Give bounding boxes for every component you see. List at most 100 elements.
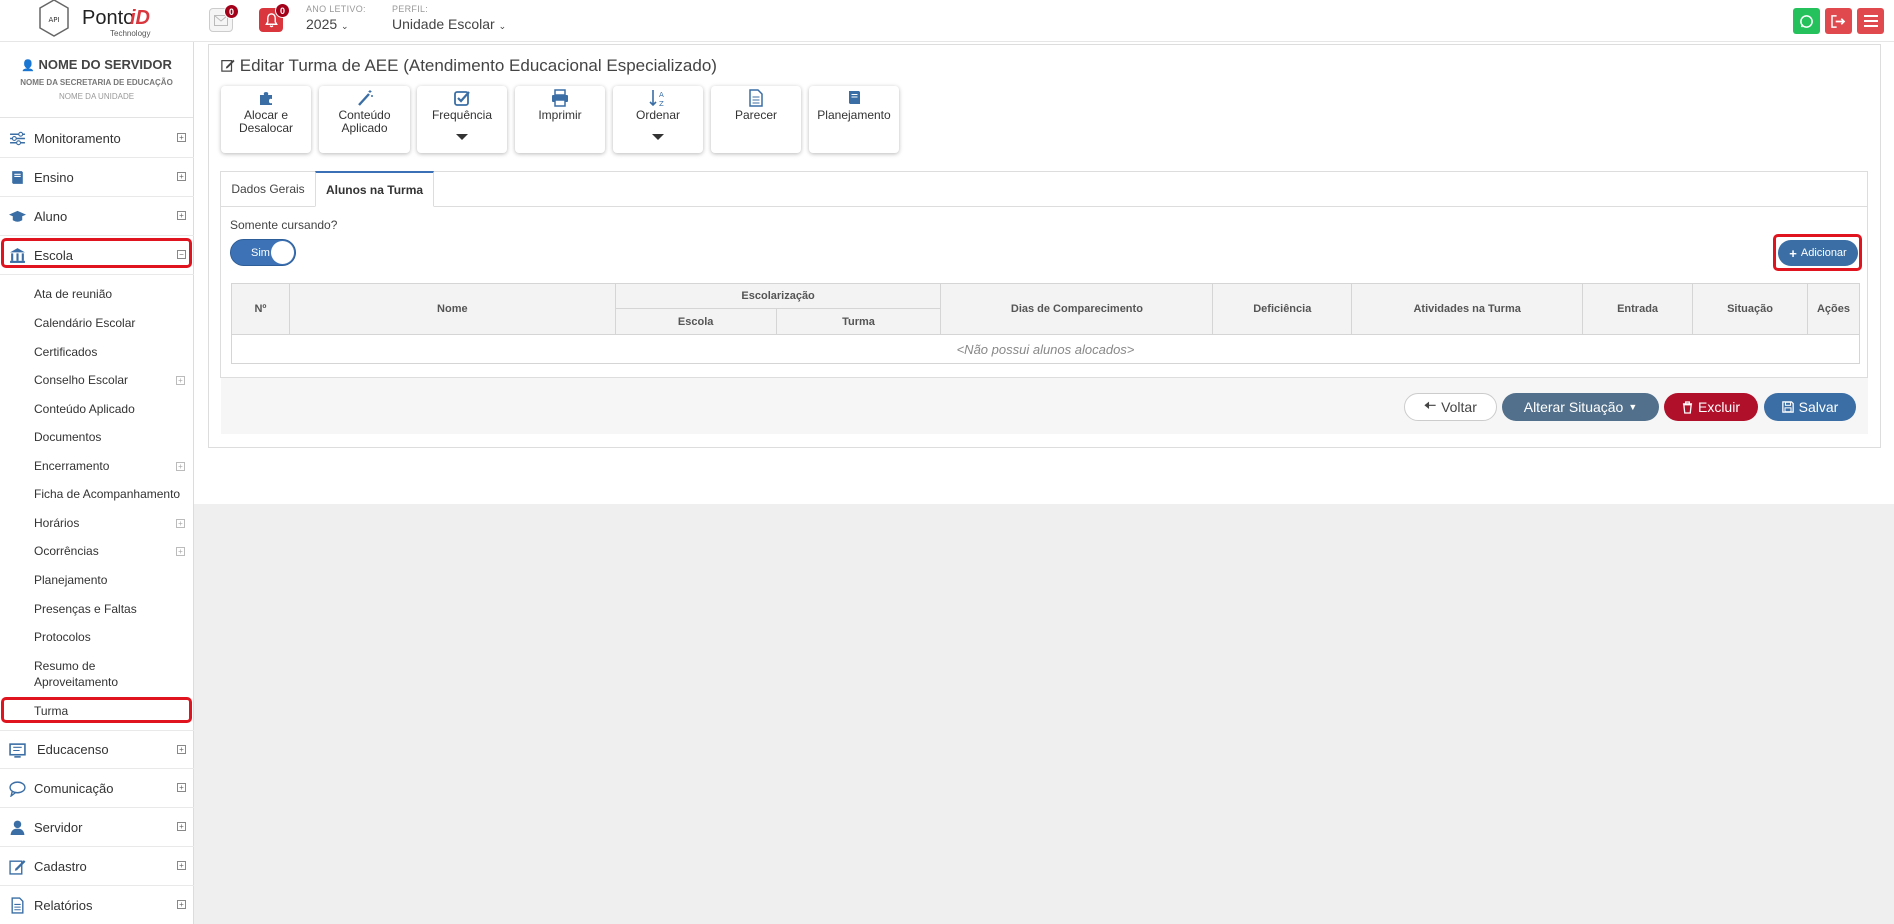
monitor-icon [9, 743, 26, 758]
sidebar-item-label: Servidor [34, 819, 83, 835]
server-name: 👤 NOME DO SERVIDOR [21, 57, 172, 72]
expand-icon: + [177, 172, 186, 181]
planejamento-button[interactable]: Planejamento [809, 86, 899, 153]
ordenar-button[interactable]: AZ Ordenar [613, 86, 703, 153]
chat-bubble-icon [9, 781, 26, 797]
column-header-atividades[interactable]: Atividades na Turma [1351, 283, 1584, 335]
alterar-situacao-button[interactable]: Alterar Situação ▼ [1502, 393, 1659, 421]
logo-tag: API [48, 16, 59, 24]
alerts-button[interactable]: 0 [259, 3, 290, 32]
column-header-turma[interactable]: Turma [775, 308, 942, 335]
conteudo-aplicado-button[interactable]: Conteúdo Aplicado [319, 86, 410, 153]
sidebar-subitem-certificados[interactable]: Certificados [34, 344, 97, 360]
caret-down-icon [456, 134, 468, 140]
logout-button[interactable] [1825, 8, 1852, 34]
expand-icon: + [176, 462, 185, 471]
trash-icon [1682, 400, 1693, 414]
ano-letivo-value: 2025 [306, 16, 338, 32]
sidebar-item-ensino[interactable]: Ensino + [0, 158, 194, 197]
puzzle-icon [260, 92, 272, 105]
sidebar-subitem-ficha-de-acompanhamento[interactable]: Ficha de Acompanhamento [34, 486, 180, 502]
perfil-selector[interactable]: PERFIL: Unidade Escolar ⌄ [392, 4, 506, 32]
sidebar-subitem-calendario-escolar[interactable]: Calendário Escolar [34, 315, 135, 331]
caret-down-icon [652, 134, 664, 140]
sidebar-item-label: Cadastro [34, 858, 87, 874]
column-header-numero[interactable]: Nº [231, 283, 290, 335]
sidebar-item-cadastro[interactable]: Cadastro + [0, 847, 194, 886]
expand-icon: + [177, 900, 186, 909]
sidebar-subitem-ocorrencias[interactable]: Ocorrências [34, 543, 99, 559]
secretaria-name: NOME DA SECRETARIA DE EDUCAÇÃO [20, 78, 173, 87]
graduation-cap-icon [9, 210, 26, 222]
logo-name: Ponto [82, 7, 134, 29]
alocar-desalocar-button[interactable]: Alocar e Desalocar [221, 86, 311, 153]
main-menu-button[interactable] [1857, 8, 1884, 34]
students-table: Nº Nome Escolarização Dias de Comparecim… [231, 283, 1861, 364]
sidebar-subitem-planejamento[interactable]: Planejamento [34, 572, 107, 588]
sidebar-item-monitoramento[interactable]: Monitoramento + [0, 119, 194, 158]
tab-alunos-na-turma[interactable]: Alunos na Turma [315, 171, 434, 207]
expand-icon: + [177, 861, 186, 870]
check-square-icon [454, 91, 470, 106]
column-header-situacao[interactable]: Situação [1692, 283, 1808, 335]
expand-icon: + [177, 783, 186, 792]
sidebar-subitem-resumo-de-aproveitamento[interactable]: Resumo de Aproveitamento [34, 658, 134, 690]
column-header-nome[interactable]: Nome [288, 283, 616, 335]
edit-icon [221, 59, 235, 72]
sidebar-subitem-protocolos[interactable]: Protocolos [34, 629, 91, 645]
alerts-badge: 0 [275, 3, 290, 18]
svg-text:Z: Z [659, 100, 664, 107]
tab-dados-gerais[interactable]: Dados Gerais [221, 171, 315, 207]
column-header-escola[interactable]: Escola [614, 308, 777, 335]
sidebar-subitem-encerramento[interactable]: Encerramento [34, 458, 109, 474]
back-button[interactable]: 🠠 Voltar [1404, 393, 1497, 421]
whatsapp-icon [1800, 14, 1813, 28]
highlight-turma [1, 697, 192, 723]
column-header-acoes: Ações [1806, 283, 1861, 335]
ponto-id-logo[interactable]: API Ponto iD Technology [36, 0, 156, 42]
sidebar-item-relatorios[interactable]: Relatórios + [0, 886, 194, 924]
sidebar-item-aluno[interactable]: Aluno + [0, 197, 194, 236]
document-icon [749, 89, 763, 107]
caret-down-icon: ▼ [1628, 402, 1638, 412]
sidebar-subitem-horarios[interactable]: Horários [34, 515, 79, 531]
sidebar-subitem-ata-de-reuniao[interactable]: Ata de reunião [34, 286, 112, 302]
expand-icon: + [176, 547, 185, 556]
expand-icon: + [176, 519, 185, 528]
column-header-entrada[interactable]: Entrada [1582, 283, 1694, 335]
hamburger-icon [1863, 15, 1878, 27]
save-button[interactable]: Salvar [1764, 393, 1856, 421]
sidebar-item-servidor[interactable]: Servidor + [0, 808, 194, 847]
messages-badge: 0 [224, 4, 239, 19]
column-header-escolarizacao: Escolarização [614, 283, 942, 309]
sidebar-subitem-conteudo-aplicado[interactable]: Conteúdo Aplicado [34, 401, 135, 417]
sidebar-item-educacenso[interactable]: Educacenso + [0, 730, 194, 769]
book-icon [849, 91, 860, 104]
highlight-adicionar [1773, 234, 1862, 271]
toggle-knob [271, 241, 294, 264]
column-header-dias-comparecimento[interactable]: Dias de Comparecimento [940, 283, 1214, 335]
sidebar-item-label: Educacenso [37, 742, 109, 757]
sidebar-item-label: Relatórios [34, 897, 93, 913]
sidebar-subitem-documentos[interactable]: Documentos [34, 429, 101, 445]
sliders-icon [10, 131, 25, 146]
somente-cursando-toggle[interactable]: Sim [230, 239, 296, 266]
frequencia-button[interactable]: Frequência [417, 86, 507, 153]
whatsapp-button[interactable] [1793, 8, 1820, 34]
messages-button[interactable]: 0 [209, 4, 239, 32]
delete-button[interactable]: Excluir [1664, 393, 1758, 421]
sort-alpha-icon: AZ [649, 90, 664, 107]
perfil-label: PERFIL: [392, 4, 429, 14]
sidebar-subitem-presencas-e-faltas[interactable]: Presenças e Faltas [34, 601, 137, 617]
sidebar: 👤 NOME DO SERVIDOR NOME DA SECRETARIA DE… [0, 42, 194, 924]
parecer-button[interactable]: Parecer [711, 86, 801, 153]
sidebar-subitem-conselho-escolar[interactable]: Conselho Escolar [34, 372, 128, 388]
chevron-down-icon: ⌄ [341, 21, 349, 31]
column-header-deficiencia[interactable]: Deficiência [1212, 283, 1353, 335]
imprimir-button[interactable]: Imprimir [515, 86, 605, 153]
user-icon: 👤 [21, 60, 35, 72]
expand-icon: + [177, 822, 186, 831]
sidebar-item-comunicacao[interactable]: Comunicação + [0, 769, 194, 808]
sidebar-item-label: Aluno [34, 208, 68, 224]
ano-letivo-selector[interactable]: ANO LETIVO: 2025 ⌄ [306, 4, 366, 32]
